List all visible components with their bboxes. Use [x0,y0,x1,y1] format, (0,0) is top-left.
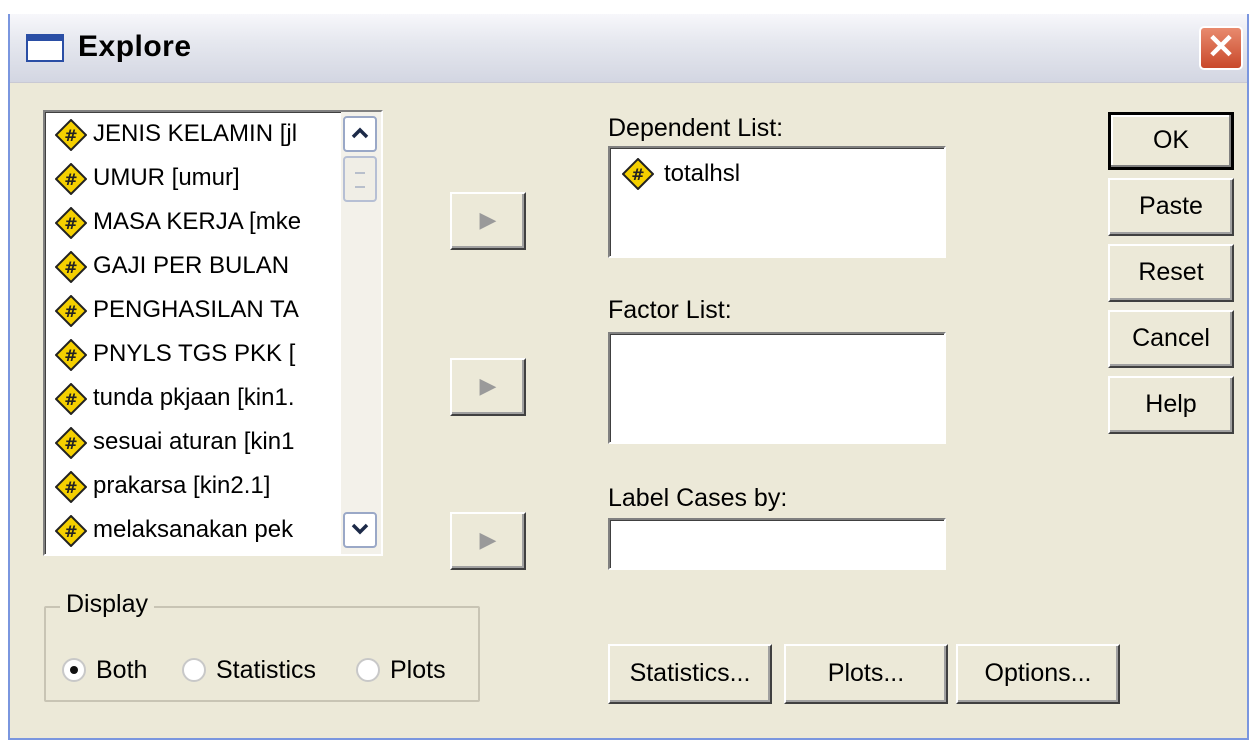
variable-label: prakarsa [kin2.1] [93,472,271,499]
display-groupbox: Display Both Statistics Plots [44,590,480,702]
scale-variable-icon: # [55,383,87,415]
scale-variable-icon: # [55,207,87,239]
scroll-up-button[interactable] [343,116,377,152]
source-variable-list[interactable]: # JENIS KELAMIN [jl # UMUR [umur] # MASA… [43,110,383,556]
window-icon [26,34,64,62]
close-button[interactable]: ✕ [1199,26,1243,70]
list-item[interactable]: # PNYLS TGS PKK [ [55,334,331,376]
arrow-right-icon: ▶ [479,373,497,398]
window-title: Explore [78,30,192,63]
chevron-up-icon [351,127,369,139]
variable-label: PENGHASILAN TA [93,296,299,323]
scale-variable-icon: # [55,163,87,195]
radio-checked-icon [62,658,86,682]
list-item[interactable]: # tunda pkjaan [kin1. [55,378,331,420]
statistics-button[interactable]: Statistics... [608,644,772,704]
chevron-down-icon [351,523,369,535]
variable-label: UMUR [umur] [93,164,240,191]
title-bar[interactable]: Explore ✕ [10,14,1247,83]
dependent-list-label: Dependent List: [608,114,784,142]
svg-text:#: # [64,434,77,453]
list-item[interactable]: # GAJI PER BULAN [55,246,331,288]
scale-variable-icon: # [55,515,87,547]
dependent-list[interactable]: # totalhsl [608,146,946,258]
svg-text:#: # [64,214,77,233]
list-item[interactable]: # JENIS KELAMIN [jl [55,114,331,156]
move-to-factor-button[interactable]: ▶ [450,358,526,416]
scale-variable-icon: # [55,427,87,459]
display-group-title: Display [60,590,154,619]
svg-text:#: # [64,390,77,409]
list-item[interactable]: # MASA KERJA [mke [55,202,331,244]
radio-both-label: Both [96,656,148,684]
scale-variable-icon: # [55,471,87,503]
svg-text:#: # [64,126,77,145]
list-item[interactable]: # UMUR [umur] [55,158,331,200]
variable-label: GAJI PER BULAN [93,252,290,279]
svg-text:#: # [631,165,644,184]
cancel-button[interactable]: Cancel [1108,310,1234,368]
radio-statistics-label: Statistics [216,656,317,684]
paste-button[interactable]: Paste [1108,178,1234,236]
move-to-label-cases-button[interactable]: ▶ [450,512,526,570]
svg-text:#: # [64,302,77,321]
list-item[interactable]: # PENGHASILAN TA [55,290,331,332]
vertical-scrollbar[interactable] [341,112,381,554]
scale-variable-icon: # [55,295,87,327]
ok-button[interactable]: OK [1108,112,1234,170]
scroll-down-button[interactable] [343,512,377,548]
variable-label: melaksanakan pek [93,516,294,543]
help-button[interactable]: Help [1108,376,1234,434]
factor-list[interactable] [608,332,946,444]
plots-button[interactable]: Plots... [784,644,948,704]
svg-text:#: # [64,170,77,189]
label-cases-field[interactable] [608,518,946,570]
label-cases-label: Label Cases by: [608,484,788,512]
variable-label: tunda pkjaan [kin1. [93,384,295,411]
scale-variable-icon: # [622,158,654,190]
reset-button[interactable]: Reset [1108,244,1234,302]
scale-variable-icon: # [55,119,87,151]
list-item[interactable]: # sesuai aturan [kin1 [55,422,331,464]
scroll-thumb[interactable] [343,156,377,202]
variable-label: sesuai aturan [kin1 [93,428,295,455]
variable-label: MASA KERJA [mke [93,208,302,235]
options-button[interactable]: Options... [956,644,1120,704]
radio-unchecked-icon [182,658,206,682]
scale-variable-icon: # [55,251,87,283]
list-item[interactable]: # melaksanakan pek [55,510,331,552]
list-item[interactable]: # prakarsa [kin2.1] [55,466,331,508]
radio-unchecked-icon [356,658,380,682]
factor-list-label: Factor List: [608,296,732,324]
svg-text:#: # [64,258,77,277]
svg-text:#: # [64,346,77,365]
arrow-right-icon: ▶ [479,527,497,552]
scale-variable-icon: # [55,339,87,371]
variable-label: JENIS KELAMIN [jl [93,120,298,147]
variable-label: totalhsl [664,160,741,187]
explore-dialog: Explore ✕ # JENIS KELAMIN [jl # UMUR [um… [8,14,1249,740]
radio-plots-label: Plots [390,656,446,684]
variable-label: PNYLS TGS PKK [ [93,340,296,367]
move-to-dependent-button[interactable]: ▶ [450,192,526,250]
svg-text:#: # [64,522,77,541]
svg-text:#: # [64,478,77,497]
arrow-right-icon: ▶ [479,207,497,232]
